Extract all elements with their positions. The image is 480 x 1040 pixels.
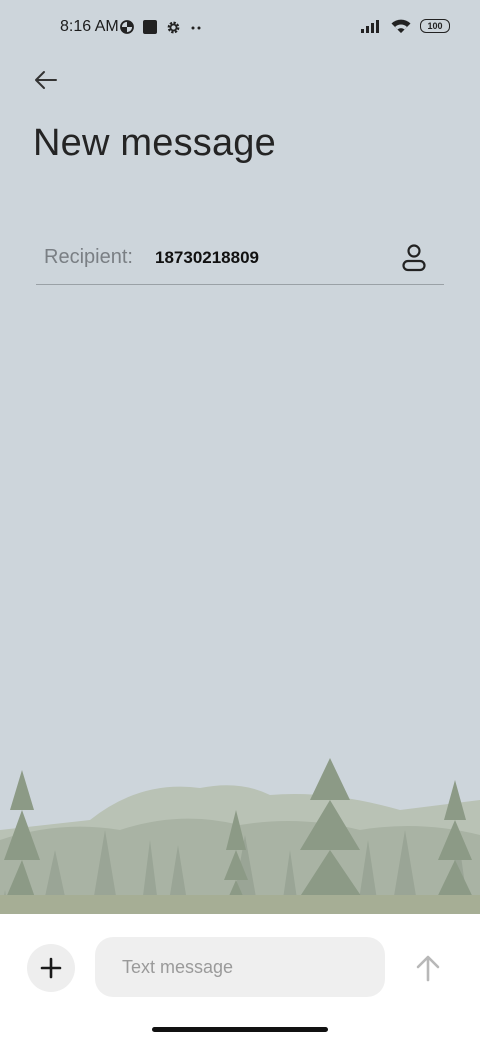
settings-gear-icon [167, 21, 180, 33]
recipient-value[interactable]: 18730218809 [155, 248, 259, 268]
page-title: New message [33, 122, 276, 164]
square-notification-icon [143, 20, 157, 34]
forest-background-image [0, 758, 480, 920]
navigation-bar [0, 1020, 480, 1040]
home-indicator[interactable] [152, 1027, 328, 1032]
more-dots-icon [191, 26, 201, 30]
arrow-up-icon [416, 955, 440, 982]
plus-icon [40, 957, 62, 979]
recipient-field[interactable]: Recipient: 18730218809 [36, 234, 444, 285]
status-time: 8:16 AM [60, 18, 119, 35]
data-saver-icon [120, 20, 134, 34]
signal-icon [361, 20, 379, 33]
status-icons-left [120, 19, 203, 35]
send-button[interactable] [412, 952, 444, 984]
person-icon [402, 244, 426, 272]
battery-icon: 100 [420, 19, 450, 33]
attach-button[interactable] [27, 944, 75, 992]
message-input[interactable] [95, 937, 385, 997]
wifi-icon [391, 19, 411, 33]
arrow-left-icon [35, 71, 57, 89]
recipient-label: Recipient: [44, 246, 133, 268]
contact-picker-button[interactable] [400, 242, 428, 274]
compose-bar [0, 914, 480, 1020]
status-icons-right: 100 [360, 18, 450, 34]
status-bar: 8:16 AM 100 [0, 0, 480, 56]
back-button[interactable] [30, 64, 62, 96]
